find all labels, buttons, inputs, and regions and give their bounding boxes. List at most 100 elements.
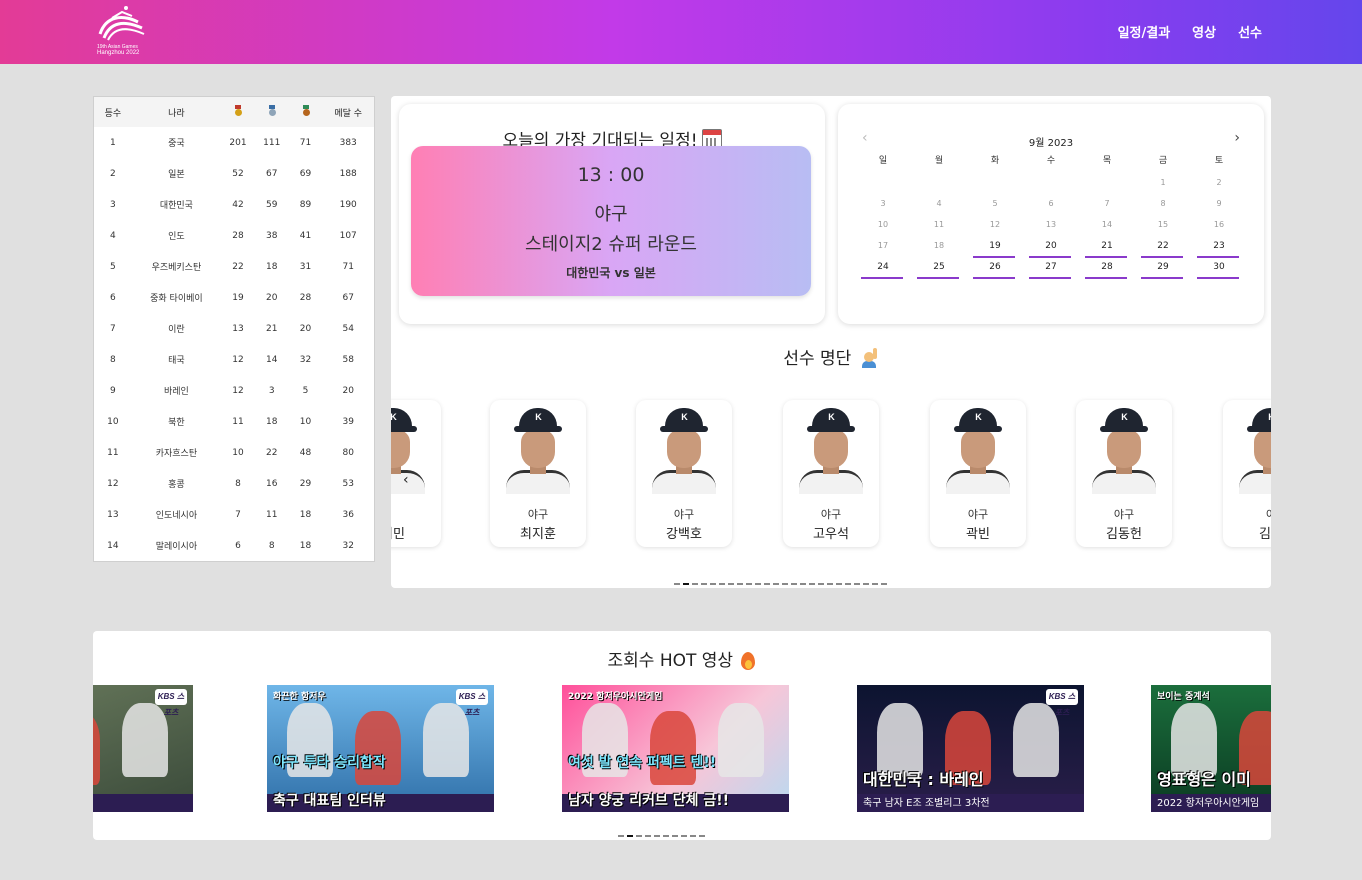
calendar-day[interactable]: 17 xyxy=(855,238,911,259)
video-thumbnail[interactable]: 화끈한 항저우 KBS 스포츠 야구 투타 승리합작 축구 대표팀 인터뷰 xyxy=(267,685,494,812)
carousel-dot[interactable] xyxy=(863,583,869,585)
table-row[interactable]: 4 인도 28 38 41 107 xyxy=(94,220,374,251)
video-thumbnail[interactable]: 보이는 중계석 영표형은 이미 2022 항저우아시안게임 xyxy=(1151,685,1271,812)
calendar-day[interactable]: 10 xyxy=(855,217,911,238)
carousel-dot[interactable] xyxy=(809,583,815,585)
carousel-dot[interactable] xyxy=(872,583,878,585)
carousel-dot[interactable] xyxy=(755,583,761,585)
table-row[interactable]: 14 말레이시아 6 8 18 32 xyxy=(94,530,374,561)
carousel-dot[interactable] xyxy=(636,835,642,837)
carousel-dot[interactable] xyxy=(773,583,779,585)
calendar-day[interactable]: 22 xyxy=(1135,238,1191,259)
carousel-dot[interactable] xyxy=(881,583,887,585)
carousel-dot[interactable] xyxy=(710,583,716,585)
calendar-day[interactable]: 14 xyxy=(1079,217,1135,238)
player-card[interactable]: K 야김상 xyxy=(1223,400,1271,547)
calendar-next-icon[interactable]: › xyxy=(1234,130,1240,146)
carousel-dot[interactable] xyxy=(672,835,678,837)
nav-videos[interactable]: 영상 xyxy=(1192,22,1216,41)
player-card[interactable]: K 야구 고우석 xyxy=(783,400,879,547)
carousel-dot[interactable] xyxy=(782,583,788,585)
table-row[interactable]: 12 홍콩 8 16 29 53 xyxy=(94,468,374,499)
calendar-day[interactable]: 18 xyxy=(911,238,967,259)
carousel-dot[interactable] xyxy=(674,583,680,585)
player-card[interactable]: K 야구 곽빈 xyxy=(930,400,1026,547)
calendar-day[interactable]: 13 xyxy=(1023,217,1079,238)
table-row[interactable]: 3 대한민국 42 59 89 190 xyxy=(94,189,374,220)
calendar-day[interactable]: 6 xyxy=(1023,196,1079,217)
player-card[interactable]: K 야구 최지훈 xyxy=(490,400,586,547)
carousel-dot[interactable] xyxy=(800,583,806,585)
table-row[interactable]: 6 중화 타이베이 19 20 28 67 xyxy=(94,282,374,313)
carousel-dot[interactable] xyxy=(692,583,698,585)
calendar-day[interactable]: 2 xyxy=(1191,175,1247,196)
asian-games-logo[interactable]: 19th Asian Games Hangzhou 2022 xyxy=(92,4,148,58)
calendar-day[interactable]: 29 xyxy=(1135,259,1191,280)
calendar-day[interactable]: 20 xyxy=(1023,238,1079,259)
carousel-dot[interactable] xyxy=(701,583,707,585)
calendar-day[interactable]: 8 xyxy=(1135,196,1191,217)
calendar-day[interactable]: 30 xyxy=(1191,259,1247,280)
carousel-dot[interactable] xyxy=(791,583,797,585)
table-row[interactable]: 9 바레인 12 3 5 20 xyxy=(94,375,374,406)
calendar-day[interactable]: 25 xyxy=(911,259,967,280)
calendar-day[interactable]: 23 xyxy=(1191,238,1247,259)
calendar-day[interactable]: 1 xyxy=(1135,175,1191,196)
carousel-dot[interactable] xyxy=(845,583,851,585)
carousel-dot[interactable] xyxy=(627,835,633,837)
nav-players[interactable]: 선수 xyxy=(1238,22,1262,41)
calendar-day[interactable]: 21 xyxy=(1079,238,1135,259)
table-row[interactable]: 13 인도네시아 7 11 18 36 xyxy=(94,499,374,530)
player-name: 김동헌 xyxy=(1106,527,1142,542)
table-row[interactable]: 5 우즈베키스탄 22 18 31 71 xyxy=(94,251,374,282)
calendar-day[interactable]: 26 xyxy=(967,259,1023,280)
table-row[interactable]: 1 중국 201 111 71 383 xyxy=(94,127,374,158)
calendar-day[interactable]: 4 xyxy=(911,196,967,217)
calendar-day[interactable]: 16 xyxy=(1191,217,1247,238)
calendar-day[interactable]: 5 xyxy=(967,196,1023,217)
player-card[interactable]: K 야구 강백호 xyxy=(636,400,732,547)
calendar-day[interactable]: 11 xyxy=(911,217,967,238)
carousel-dot[interactable] xyxy=(746,583,752,585)
table-row[interactable]: 7 이란 13 21 20 54 xyxy=(94,313,374,344)
calendar-day[interactable]: 24 xyxy=(855,259,911,280)
calendar-day[interactable]: 3 xyxy=(855,196,911,217)
nav-schedule-results[interactable]: 일정/결과 xyxy=(1118,22,1171,41)
carousel-dot[interactable] xyxy=(690,835,696,837)
carousel-dot[interactable] xyxy=(827,583,833,585)
table-row[interactable]: 11 카자흐스탄 10 22 48 80 xyxy=(94,437,374,468)
calendar-day[interactable]: 15 xyxy=(1135,217,1191,238)
carousel-dot[interactable] xyxy=(854,583,860,585)
carousel-dot[interactable] xyxy=(719,583,725,585)
carousel-dot[interactable] xyxy=(728,583,734,585)
table-row[interactable]: 10 북한 11 18 10 39 xyxy=(94,406,374,437)
player-card[interactable]: K 야구 김동헌 xyxy=(1076,400,1172,547)
carousel-dot[interactable] xyxy=(737,583,743,585)
calendar-day[interactable]: 9 xyxy=(1191,196,1247,217)
calendar-day[interactable]: 19 xyxy=(967,238,1023,259)
main-panel: 오늘의 가장 기대되는 일정! 13 : 00 야구 스테이지2 슈퍼 라운드 … xyxy=(391,96,1271,588)
calendar-day[interactable]: 27 xyxy=(1023,259,1079,280)
player-card[interactable]: K 지민 xyxy=(391,400,441,547)
table-row[interactable]: 8 태국 12 14 32 58 xyxy=(94,344,374,375)
carousel-dot[interactable] xyxy=(645,835,651,837)
carousel-dot[interactable] xyxy=(818,583,824,585)
video-thumbnail[interactable]: KBS 스포츠필리핀리그 2차전 xyxy=(93,685,193,812)
table-row[interactable]: 2 일본 52 67 69 188 xyxy=(94,158,374,189)
carousel-dot[interactable] xyxy=(764,583,770,585)
carousel-dot[interactable] xyxy=(836,583,842,585)
video-thumbnail[interactable]: 2022 항저우아시안게임 여섯 발 연속 퍼펙트 텐!! 남자 양궁 리커브 단체… xyxy=(562,685,789,812)
carousel-dot[interactable] xyxy=(683,583,689,585)
video-caption-2: 남자 양궁 리커브 단체 금!! xyxy=(568,793,730,809)
calendar-day[interactable]: 28 xyxy=(1079,259,1135,280)
carousel-prev-icon[interactable]: ‹ xyxy=(403,472,409,488)
carousel-dot[interactable] xyxy=(663,835,669,837)
carousel-dot[interactable] xyxy=(654,835,660,837)
today-event-box[interactable]: 13 : 00 야구 스테이지2 슈퍼 라운드 대한민국 vs 일본 xyxy=(411,146,811,296)
calendar-day[interactable]: 7 xyxy=(1079,196,1135,217)
calendar-day[interactable]: 12 xyxy=(967,217,1023,238)
carousel-dot[interactable] xyxy=(699,835,705,837)
carousel-dot[interactable] xyxy=(618,835,624,837)
carousel-dot[interactable] xyxy=(681,835,687,837)
video-thumbnail[interactable]: KBS 스포츠 대한민국 : 바레인 축구 남자 E조 조별리그 3차전 xyxy=(857,685,1084,812)
